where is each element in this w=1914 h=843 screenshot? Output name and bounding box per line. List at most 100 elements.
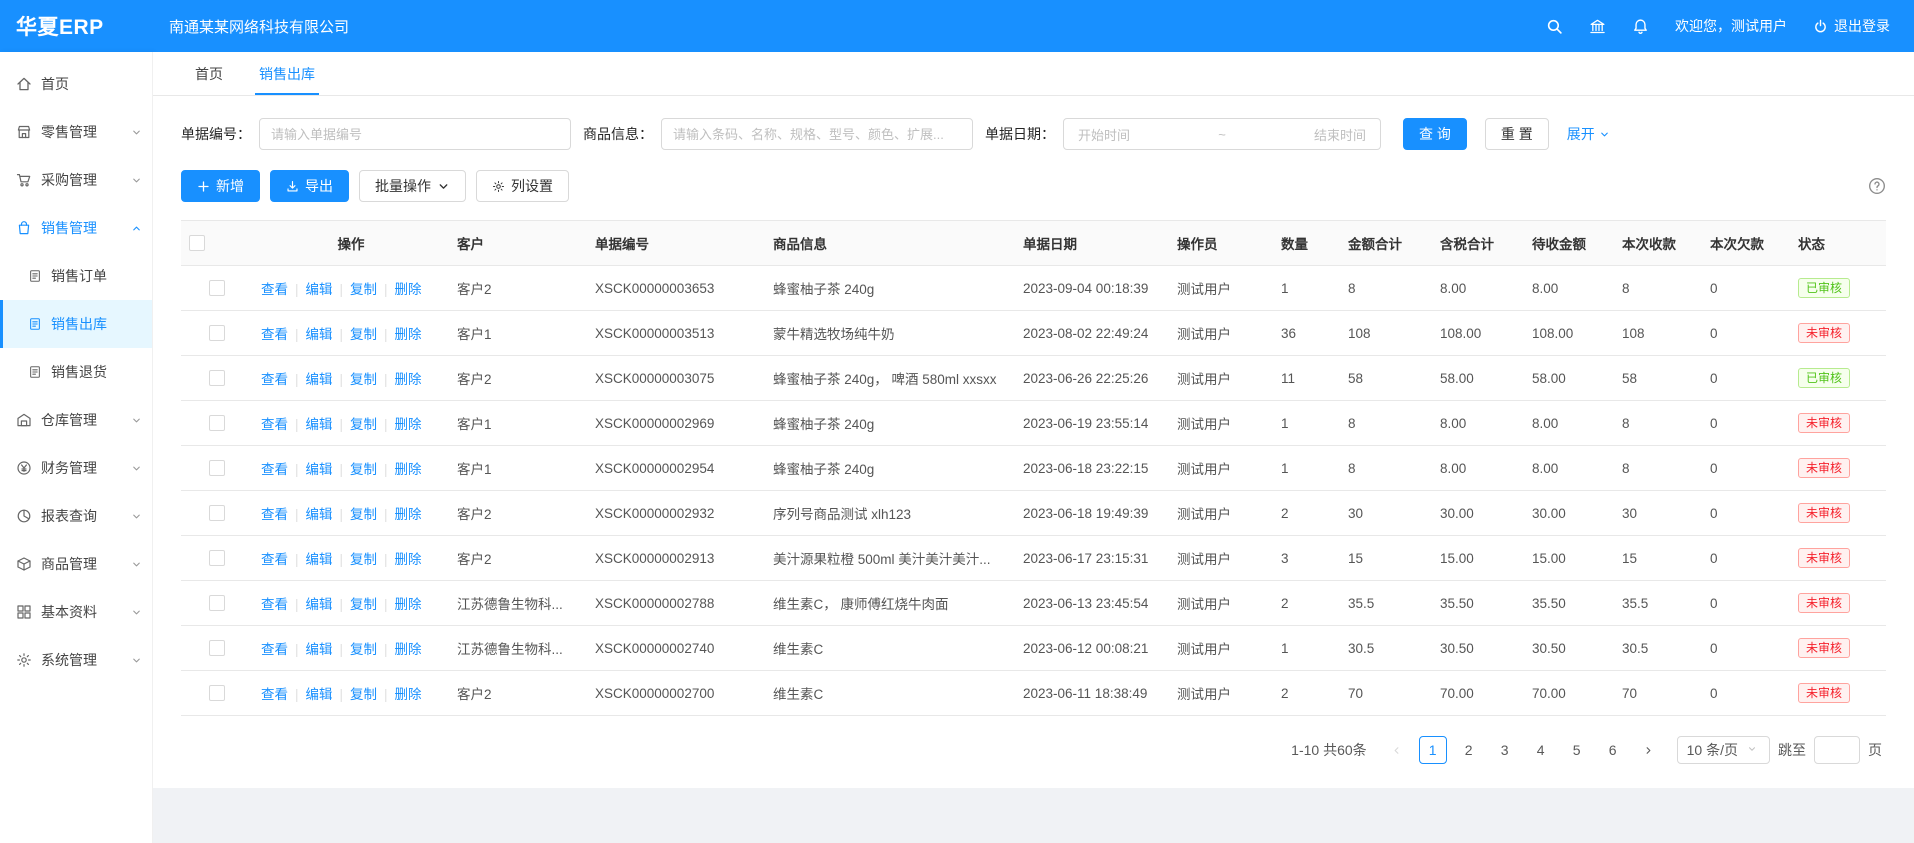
help-icon[interactable] xyxy=(1868,177,1886,195)
select-all-checkbox[interactable] xyxy=(189,235,205,251)
action-copy[interactable]: 复制 xyxy=(350,462,377,477)
action-edit[interactable]: 编辑 xyxy=(306,372,333,387)
action-delete[interactable]: 删除 xyxy=(395,552,422,567)
action-delete[interactable]: 删除 xyxy=(395,372,422,387)
action-separator: | xyxy=(340,597,344,612)
expand-link[interactable]: 展开 xyxy=(1567,124,1610,144)
row-checkbox[interactable] xyxy=(209,505,225,521)
action-edit[interactable]: 编辑 xyxy=(306,462,333,477)
action-copy[interactable]: 复制 xyxy=(350,642,377,657)
row-checkbox[interactable] xyxy=(209,640,225,656)
cell-customer: 客户2 xyxy=(449,536,587,581)
action-view[interactable]: 查看 xyxy=(261,462,288,477)
sidebar-item-warehouse[interactable]: 仓库管理 xyxy=(0,396,152,444)
sidebar-item-report[interactable]: 报表查询 xyxy=(0,492,152,540)
action-delete[interactable]: 删除 xyxy=(395,417,422,432)
jump-page-input[interactable] xyxy=(1814,736,1860,764)
action-copy[interactable]: 复制 xyxy=(350,687,377,702)
action-view[interactable]: 查看 xyxy=(261,372,288,387)
action-view[interactable]: 查看 xyxy=(261,327,288,342)
action-copy[interactable]: 复制 xyxy=(350,417,377,432)
date-end-input[interactable]: 结束时间 xyxy=(1314,125,1366,144)
action-delete[interactable]: 删除 xyxy=(395,687,422,702)
tab-sales-outbound[interactable]: 销售出库 xyxy=(241,52,333,95)
action-edit[interactable]: 编辑 xyxy=(306,282,333,297)
page-number-2[interactable]: 2 xyxy=(1455,736,1483,764)
date-range-picker[interactable]: 开始时间 ~ 结束时间 xyxy=(1063,118,1381,150)
row-checkbox[interactable] xyxy=(209,460,225,476)
action-edit[interactable]: 编辑 xyxy=(306,642,333,657)
row-checkbox[interactable] xyxy=(209,595,225,611)
action-edit[interactable]: 编辑 xyxy=(306,327,333,342)
cell-customer: 客户1 xyxy=(449,311,587,356)
bank-icon[interactable] xyxy=(1589,18,1606,35)
sidebar-item-purchase[interactable]: 采购管理 xyxy=(0,156,152,204)
sidebar-item-retail[interactable]: 零售管理 xyxy=(0,108,152,156)
action-copy[interactable]: 复制 xyxy=(350,282,377,297)
row-checkbox[interactable] xyxy=(209,415,225,431)
search-icon[interactable] xyxy=(1546,18,1563,35)
sidebar-item-sales-order[interactable]: 销售订单 xyxy=(0,252,152,300)
action-copy[interactable]: 复制 xyxy=(350,507,377,522)
sidebar-item-finance[interactable]: 财务管理 xyxy=(0,444,152,492)
row-checkbox[interactable] xyxy=(209,325,225,341)
sidebar-item-sales[interactable]: 销售管理 xyxy=(0,204,152,252)
column-settings-button[interactable]: 列设置 xyxy=(476,170,569,202)
next-page-button[interactable] xyxy=(1635,736,1663,764)
action-view[interactable]: 查看 xyxy=(261,597,288,612)
date-start-input[interactable]: 开始时间 xyxy=(1078,125,1130,144)
action-edit[interactable]: 编辑 xyxy=(306,597,333,612)
sidebar-item-home[interactable]: 首页 xyxy=(0,60,152,108)
action-edit[interactable]: 编辑 xyxy=(306,552,333,567)
add-button[interactable]: 新增 xyxy=(181,170,260,202)
bill-no-input[interactable] xyxy=(259,118,571,150)
chevron-down-icon xyxy=(131,127,142,138)
bell-icon[interactable] xyxy=(1632,18,1649,35)
page-number-4[interactable]: 4 xyxy=(1527,736,1555,764)
cell-goods: 序列号商品测试 xlh123 xyxy=(765,491,1015,536)
action-view[interactable]: 查看 xyxy=(261,282,288,297)
export-button[interactable]: 导出 xyxy=(270,170,349,202)
action-copy[interactable]: 复制 xyxy=(350,552,377,567)
sidebar-item-sales-return[interactable]: 销售退货 xyxy=(0,348,152,396)
page-number-6[interactable]: 6 xyxy=(1599,736,1627,764)
action-view[interactable]: 查看 xyxy=(261,417,288,432)
page-number-5[interactable]: 5 xyxy=(1563,736,1591,764)
goods-info-input[interactable] xyxy=(661,118,973,150)
action-view[interactable]: 查看 xyxy=(261,552,288,567)
sidebar-item-system[interactable]: 系统管理 xyxy=(0,636,152,684)
row-checkbox[interactable] xyxy=(209,280,225,296)
row-checkbox[interactable] xyxy=(209,370,225,386)
action-delete[interactable]: 删除 xyxy=(395,327,422,342)
action-edit[interactable]: 编辑 xyxy=(306,507,333,522)
batch-operations-button[interactable]: 批量操作 xyxy=(359,170,466,202)
page-number-1[interactable]: 1 xyxy=(1419,736,1447,764)
action-delete[interactable]: 删除 xyxy=(395,507,422,522)
action-delete[interactable]: 删除 xyxy=(395,462,422,477)
action-copy[interactable]: 复制 xyxy=(350,597,377,612)
sidebar-item-goods[interactable]: 商品管理 xyxy=(0,540,152,588)
action-copy[interactable]: 复制 xyxy=(350,372,377,387)
page-size-select[interactable]: 10 条/页 xyxy=(1677,736,1770,764)
action-delete[interactable]: 删除 xyxy=(395,642,422,657)
action-delete[interactable]: 删除 xyxy=(395,282,422,297)
action-view[interactable]: 查看 xyxy=(261,687,288,702)
tab-home[interactable]: 首页 xyxy=(177,52,241,95)
action-edit[interactable]: 编辑 xyxy=(306,687,333,702)
action-view[interactable]: 查看 xyxy=(261,642,288,657)
prev-page-button[interactable] xyxy=(1383,736,1411,764)
action-copy[interactable]: 复制 xyxy=(350,327,377,342)
page-number-3[interactable]: 3 xyxy=(1491,736,1519,764)
row-checkbox[interactable] xyxy=(209,550,225,566)
logout-button[interactable]: 退出登录 xyxy=(1813,16,1890,36)
reset-button[interactable]: 重 置 xyxy=(1485,118,1549,150)
row-checkbox[interactable] xyxy=(209,685,225,701)
action-view[interactable]: 查看 xyxy=(261,507,288,522)
sidebar-item-sales-outbound[interactable]: 销售出库 xyxy=(0,300,152,348)
search-button[interactable]: 查 询 xyxy=(1403,118,1467,150)
chevron-down-icon xyxy=(131,559,142,570)
action-delete[interactable]: 删除 xyxy=(395,597,422,612)
sidebar-item-basedata[interactable]: 基本资料 xyxy=(0,588,152,636)
action-edit[interactable]: 编辑 xyxy=(306,417,333,432)
cell-receivable: 8.00 xyxy=(1524,446,1614,491)
